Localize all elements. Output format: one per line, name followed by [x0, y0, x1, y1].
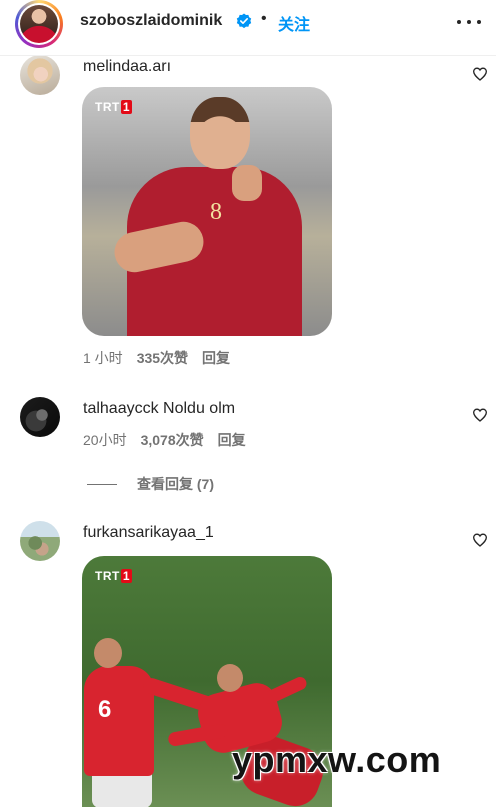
gif-jersey-number: 6	[98, 696, 112, 723]
post-header: szoboszlaidominik • 关注	[0, 0, 496, 56]
author-avatar[interactable]	[15, 0, 63, 48]
comment-likes[interactable]: 3,078次赞	[141, 432, 204, 448]
follow-button[interactable]: 关注	[278, 11, 310, 35]
comment-line: melindaa.arı	[83, 58, 171, 76]
author-avatar-image	[20, 5, 58, 43]
gif-player-head	[217, 664, 243, 692]
more-dot	[467, 20, 471, 24]
comment-time: 1 小时	[83, 350, 123, 366]
gif-jersey-number: 8	[210, 199, 222, 225]
commenter-avatar[interactable]	[20, 521, 60, 561]
gif-player-hand	[232, 165, 262, 201]
commenter-avatar[interactable]	[20, 55, 60, 95]
watermark-text: ypmxw.com	[232, 739, 442, 780]
author-avatar-border	[18, 3, 60, 45]
comment-line: furkansarikayaa_1	[83, 524, 214, 542]
comment-meta: 1 小时 335次赞 回复	[83, 348, 230, 368]
gif-player-arm	[261, 674, 309, 707]
trt-logo-text: TRT	[95, 569, 120, 583]
trt-logo: TRT 1	[95, 100, 133, 114]
trt-logo-number: 1	[120, 569, 133, 583]
comment-username[interactable]: melindaa.arı	[83, 58, 171, 75]
like-heart-icon[interactable]	[472, 66, 488, 82]
trt-logo-number: 1	[120, 100, 133, 114]
more-options-icon[interactable]	[457, 14, 481, 30]
comment-line: talhaaycck Noldu olm	[83, 400, 235, 418]
gif-player-head	[190, 97, 250, 169]
view-replies-button[interactable]: 查看回复 (7)	[87, 474, 214, 494]
more-dot	[457, 20, 461, 24]
comment-username[interactable]: talhaaycck	[83, 400, 159, 417]
header-separator: •	[261, 10, 267, 27]
commenter-avatar[interactable]	[20, 397, 60, 437]
author-username[interactable]: szoboszlaidominik	[80, 12, 222, 30]
view-replies-label[interactable]: 查看回复 (7)	[137, 474, 214, 494]
verified-badge-icon	[236, 13, 252, 29]
gif-player-head	[94, 638, 122, 668]
replies-divider	[87, 483, 117, 485]
comment-gif[interactable]: 8 TRT 1	[82, 87, 332, 336]
trt-logo-text: TRT	[95, 100, 120, 114]
comment-meta: 20小时 3,078次赞 回复	[83, 430, 246, 450]
more-dot	[477, 20, 481, 24]
comment-text: Noldu olm	[163, 400, 236, 417]
comment-likes[interactable]: 335次赞	[137, 350, 188, 366]
comment-time: 20小时	[83, 432, 127, 448]
reply-button[interactable]: 回复	[202, 350, 230, 366]
comment-username[interactable]: furkansarikayaa_1	[83, 524, 214, 541]
reply-button[interactable]: 回复	[218, 432, 246, 448]
like-heart-icon[interactable]	[472, 532, 488, 548]
like-heart-icon[interactable]	[472, 407, 488, 423]
trt-logo: TRT 1	[95, 569, 133, 583]
